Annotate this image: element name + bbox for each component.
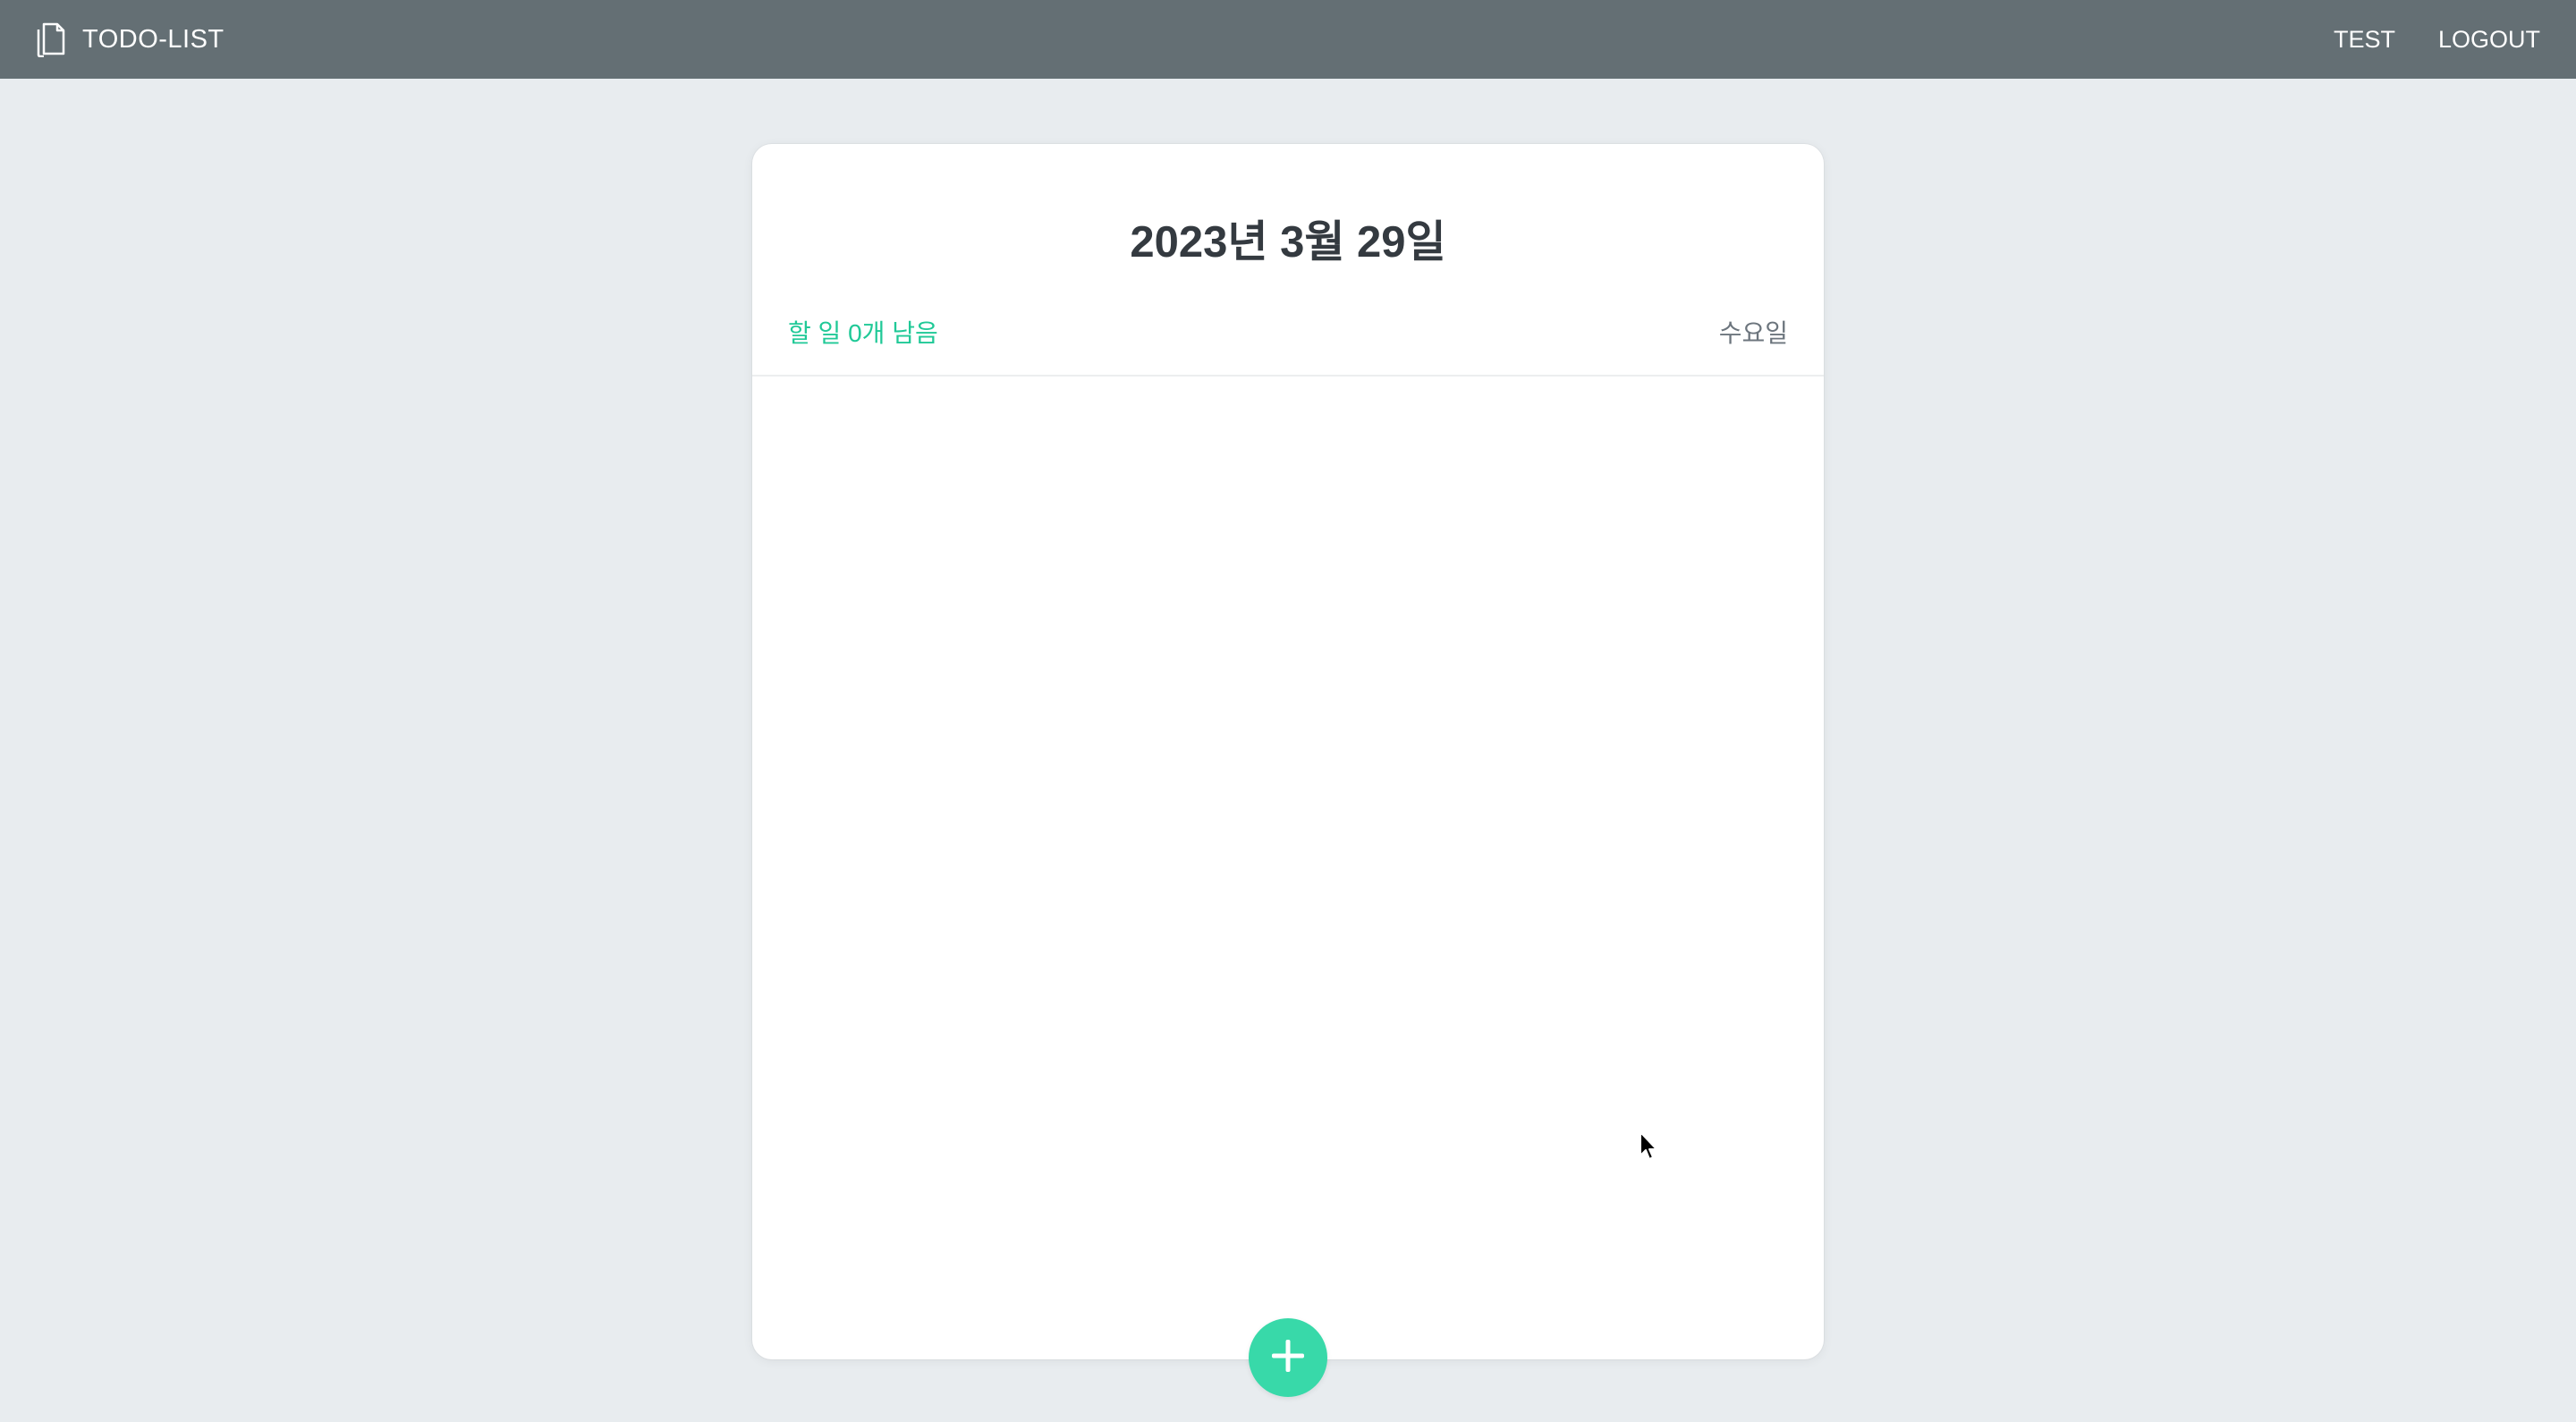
add-todo-button[interactable] xyxy=(1249,1318,1327,1397)
brand[interactable]: TODO-LIST xyxy=(36,0,225,79)
nav-links: TEST LOGOUT xyxy=(2291,0,2540,79)
tasks-left-count: 할 일 0개 남음 xyxy=(788,319,938,347)
todo-list xyxy=(752,377,1824,1359)
mouse-cursor-icon xyxy=(1639,1130,1660,1163)
todo-date-heading: 2023년 3월 29일 xyxy=(1130,218,1446,267)
logout-link[interactable]: LOGOUT xyxy=(2438,26,2540,54)
top-navbar: TODO-LIST TEST LOGOUT xyxy=(0,0,2576,79)
weekday-label: 수요일 xyxy=(1718,319,1788,347)
todo-card: 2023년 3월 29일 할 일 0개 남음 수요일 xyxy=(752,144,1824,1359)
plus-icon xyxy=(1268,1336,1308,1380)
nav-link-test[interactable]: TEST xyxy=(2334,26,2395,54)
brand-title: TODO-LIST xyxy=(82,24,225,54)
todo-summary-row: 할 일 0개 남음 수요일 xyxy=(788,314,1788,359)
document-icon xyxy=(36,21,68,57)
